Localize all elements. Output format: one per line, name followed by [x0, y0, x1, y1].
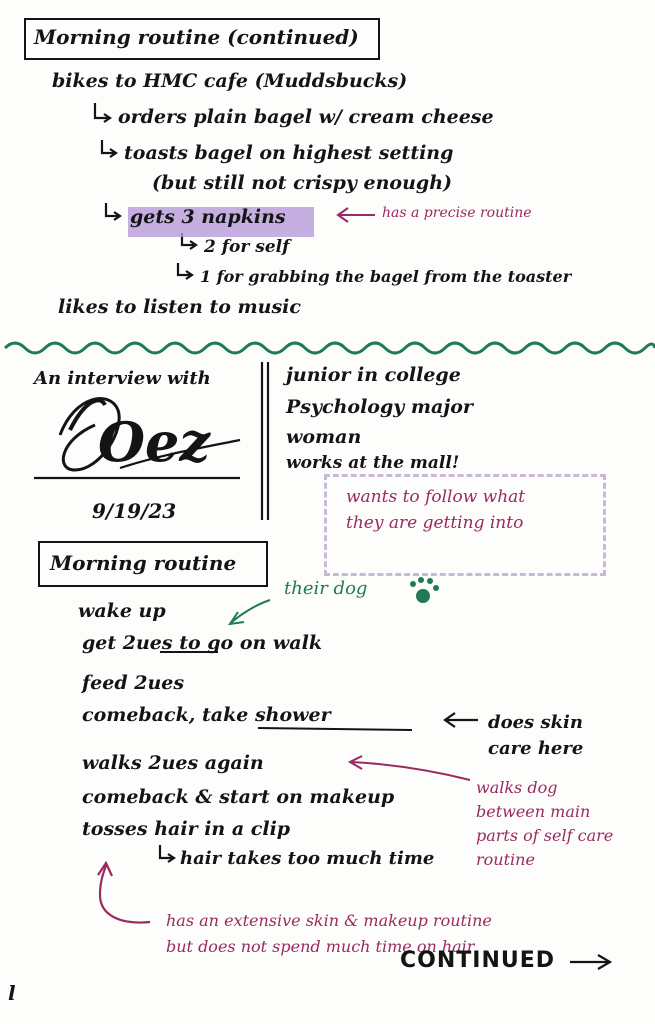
walk-note: walks dog between main parts of self car…	[476, 778, 614, 869]
routine-item: tosses hair in a clip	[82, 818, 291, 840]
top-bullet: toasts bagel on highest setting	[124, 142, 454, 164]
underline-shower	[257, 727, 413, 731]
walk-arrow	[347, 755, 471, 781]
skincare-arrow	[443, 712, 478, 728]
sub-arrow-1	[93, 103, 112, 123]
routine-arrow	[336, 207, 375, 223]
dog-note: their dog	[284, 578, 368, 599]
notebook-page: Morning routine (continued) bikes to HMC…	[0, 0, 655, 1024]
sub-arrow-hair	[158, 845, 176, 863]
fact-item: junior in college	[286, 364, 461, 386]
routine-item: hair takes too much time	[180, 848, 435, 869]
column-divider	[260, 362, 270, 520]
continued-label: CONTINUED	[400, 948, 556, 973]
fact-item: works at the mall!	[286, 453, 460, 473]
routine-item: wake up	[78, 600, 166, 622]
top-bullet: 2 for self	[204, 237, 290, 257]
up-curl-arrow	[97, 860, 151, 924]
sub-arrow-5	[176, 263, 194, 280]
sub-arrow-3	[104, 203, 122, 221]
interview-date: 9/19/23	[92, 499, 177, 523]
routine-item: get 2ues to go on walk	[82, 632, 322, 654]
page-marker: l	[8, 981, 16, 1005]
top-bullet: bikes to HMC cafe (Muddsbucks)	[52, 70, 408, 92]
routine-item: comeback & start on makeup	[82, 786, 395, 808]
paw-icon	[416, 589, 430, 603]
top-bullet: (but still not crispy enough)	[152, 172, 453, 194]
skincare-note: does skin care here	[488, 712, 584, 759]
interview-prefix: An interview with	[34, 368, 211, 389]
routine-item: walks 2ues again	[82, 752, 264, 774]
goal-note: wants to follow what they are getting in…	[346, 487, 526, 533]
precise-routine-note: has a precise routine	[382, 205, 532, 221]
routine-item: comeback, take shower	[82, 704, 331, 726]
top-bullet: likes to listen to music	[58, 296, 301, 318]
fact-item: woman	[286, 426, 362, 448]
interviewee-name: Oez	[98, 410, 211, 474]
top-heading: Morning routine (continued)	[34, 25, 359, 49]
routine-item: feed 2ues	[82, 672, 185, 694]
wavy-divider	[3, 341, 655, 355]
top-bullet: 1 for grabbing the bagel from the toaste…	[200, 267, 572, 286]
top-bullet: gets 3 napkins	[130, 206, 286, 228]
top-bullet: orders plain bagel w/ cream cheese	[118, 106, 494, 128]
dog-arrow	[227, 599, 271, 626]
continued-arrow	[570, 954, 613, 970]
sub-arrow-2	[100, 140, 118, 158]
bottom-heading: Morning routine	[50, 551, 237, 575]
fact-item: Psychology major	[286, 396, 473, 418]
